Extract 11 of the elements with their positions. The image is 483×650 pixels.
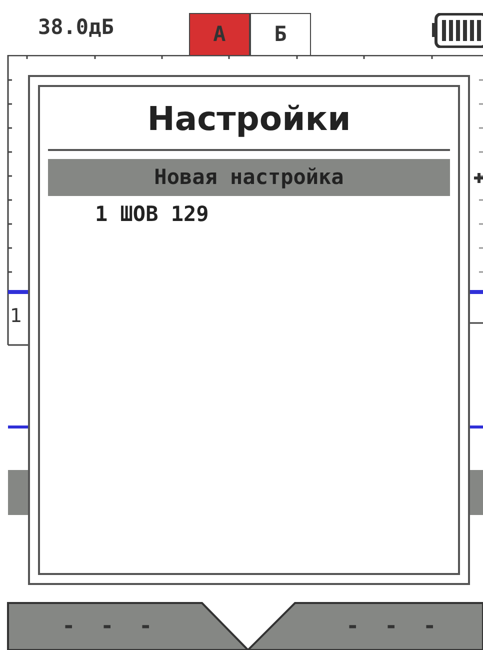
channel-tab[interactable]: Б [250,13,311,55]
settings-list-item[interactable]: Новая настройка [48,159,450,196]
cursor-cross-icon [472,172,483,184]
softkey-label[interactable]: - - - [62,615,158,639]
battery-icon [432,13,483,48]
gain-reading: 38.0дБ [38,14,114,40]
settings-list-item[interactable]: 1 ШОВ 129 [48,196,450,233]
channel-tab[interactable]: А [189,13,250,55]
dialog-title: Настройки [146,98,352,140]
scale-label: 1 [10,305,22,327]
softkey-label[interactable]: - - - [346,615,442,639]
